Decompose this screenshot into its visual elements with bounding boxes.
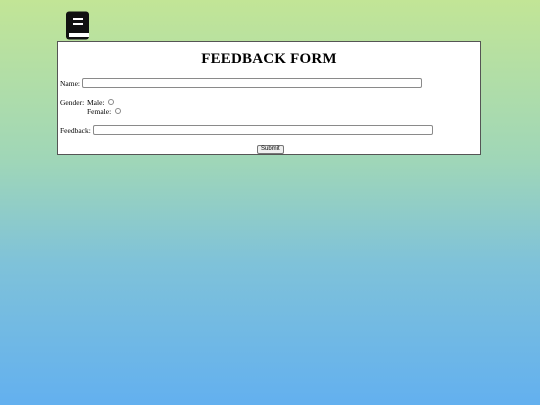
- book-icon: [65, 11, 91, 40]
- male-radio[interactable]: [108, 99, 114, 105]
- male-label: Male:: [87, 98, 105, 107]
- gender-label: Gender:: [60, 98, 85, 107]
- form-title: FEEDBACK FORM: [201, 51, 337, 67]
- feedback-label: Feedback:: [60, 126, 91, 135]
- feedback-input[interactable]: [93, 125, 433, 135]
- name-input[interactable]: [82, 78, 422, 88]
- name-label: Name:: [60, 79, 80, 88]
- female-radio[interactable]: [115, 108, 121, 114]
- feedback-form: FEEDBACK FORM Name: Gender: Male: Female…: [57, 41, 481, 155]
- female-label: Female:: [87, 107, 112, 116]
- submit-button[interactable]: Submit: [257, 145, 284, 154]
